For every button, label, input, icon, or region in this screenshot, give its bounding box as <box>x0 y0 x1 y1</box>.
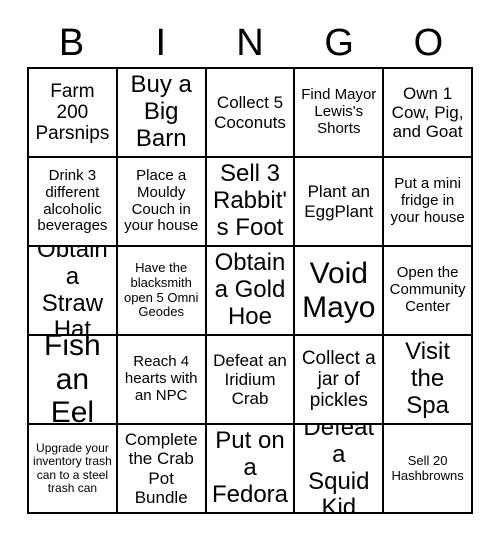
bingo-cell-label: Defeat a Squid Kid <box>303 425 375 514</box>
bingo-cell-label: Open the Community Center <box>389 264 466 315</box>
header-letter-o: O <box>413 21 444 64</box>
bingo-cell-label: Plant an EggPlant <box>304 182 374 221</box>
bingo-cell[interactable]: Defeat an Iridium Crab <box>206 336 296 425</box>
bingo-cell[interactable]: Complete the Crab Pot Bundle <box>117 425 207 514</box>
bingo-cell[interactable]: Plant an EggPlant <box>295 158 385 247</box>
bingo-row: Farm 200 Parsnips Buy a Big Barn Collect… <box>29 69 473 158</box>
bingo-cell[interactable]: Farm 200 Parsnips <box>29 69 118 158</box>
bingo-cell-center[interactable]: Void Mayo <box>295 247 385 336</box>
bingo-cell[interactable]: Reach 4 hearts with an NPC <box>117 336 207 425</box>
bingo-cell[interactable]: Sell 3 Rabbit's Foot <box>206 158 296 247</box>
bingo-cell[interactable]: Find Mayor Lewis's Shorts <box>295 69 385 158</box>
bingo-cell[interactable]: Upgrade your inventory trash can to a st… <box>29 425 118 514</box>
header-letter-i: I <box>155 21 167 64</box>
bingo-cell[interactable]: Collect a jar of pickles <box>295 336 385 425</box>
bingo-cell-label: Collect 5 Coconuts <box>214 93 286 132</box>
bingo-cell-label: Put a mini fridge in your house <box>390 175 465 226</box>
bingo-cell[interactable]: Sell 20 Hashbrowns <box>384 425 473 514</box>
bingo-cell-label: Drink 3 different alcoholic beverages <box>37 166 108 235</box>
bingo-row: Drink 3 different alcoholic beverages Pl… <box>29 158 473 247</box>
bingo-cell[interactable]: Place a Mouldy Couch in your house <box>117 158 207 247</box>
bingo-cell[interactable]: Visit the Spa <box>384 336 473 425</box>
bingo-header: B I N G O <box>27 18 473 67</box>
bingo-cell[interactable]: Obtain a Gold Hoe <box>206 247 296 336</box>
bingo-cell[interactable]: Obtain a Straw Hat <box>29 247 118 336</box>
bingo-cell-label: Put on a Fedora <box>211 427 289 508</box>
header-letter-b: B <box>58 21 85 64</box>
bingo-cell-label: Find Mayor Lewis's Shorts <box>301 86 377 137</box>
bingo-cell-label: Buy a Big Barn <box>130 71 192 152</box>
bingo-cell-label: Sell 20 Hashbrowns <box>391 452 464 483</box>
bingo-cell-label: Have the blacksmith open 5 Omni Geodes <box>123 260 199 320</box>
bingo-row: Upgrade your inventory trash can to a st… <box>29 425 473 514</box>
bingo-cell-label: Place a Mouldy Couch in your house <box>124 166 199 235</box>
header-letter-n: N <box>236 21 264 64</box>
bingo-cell-label: Farm 200 Parsnips <box>35 80 110 145</box>
bingo-cell-label: Upgrade your inventory trash can to a st… <box>33 440 112 495</box>
bingo-cell-label: Reach 4 hearts with an NPC <box>124 353 198 404</box>
bingo-cell-label: Own 1 Cow, Pig, and Goat <box>391 83 464 142</box>
bingo-cell[interactable]: Defeat a Squid Kid <box>295 425 385 514</box>
bingo-cell-label: Fish an Eel <box>44 336 101 425</box>
bingo-cell-label: Void Mayo <box>302 256 376 324</box>
bingo-cell[interactable]: Fish an Eel <box>29 336 118 425</box>
bingo-cell-label: Obtain a Straw Hat <box>37 247 108 336</box>
bingo-row: Fish an Eel Reach 4 hearts with an NPC D… <box>29 336 473 425</box>
bingo-cell-label: Defeat an Iridium Crab <box>213 350 287 409</box>
bingo-card: B I N G O Farm 200 Parsnips Buy a Big Ba… <box>27 18 473 516</box>
bingo-cell-label: Visit the Spa <box>405 338 451 419</box>
bingo-cell[interactable]: Own 1 Cow, Pig, and Goat <box>384 69 473 158</box>
bingo-cell-label: Sell 3 Rabbit's Foot <box>213 160 287 241</box>
bingo-cell[interactable]: Drink 3 different alcoholic beverages <box>29 158 118 247</box>
bingo-cell-label: Collect a jar of pickles <box>301 347 376 412</box>
bingo-cell[interactable]: Buy a Big Barn <box>117 69 207 158</box>
bingo-cell[interactable]: Collect 5 Coconuts <box>206 69 296 158</box>
header-letter-g: G <box>324 21 354 64</box>
bingo-grid: Farm 200 Parsnips Buy a Big Barn Collect… <box>27 67 473 514</box>
bingo-cell-label: Obtain a Gold Hoe <box>214 249 286 330</box>
bingo-cell[interactable]: Put on a Fedora <box>206 425 296 514</box>
bingo-cell[interactable]: Put a mini fridge in your house <box>384 158 473 247</box>
bingo-cell[interactable]: Have the blacksmith open 5 Omni Geodes <box>117 247 207 336</box>
bingo-cell[interactable]: Open the Community Center <box>384 247 473 336</box>
bingo-cell-label: Complete the Crab Pot Bundle <box>124 430 198 507</box>
bingo-row: Obtain a Straw Hat Have the blacksmith o… <box>29 247 473 336</box>
